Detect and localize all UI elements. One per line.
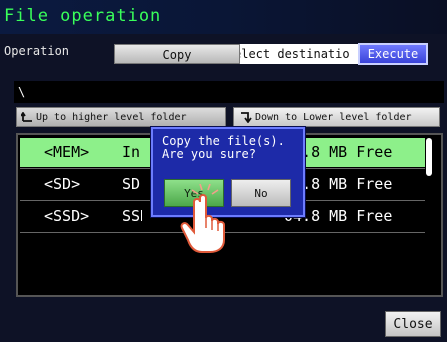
- down-folder-button[interactable]: Down to Lower level folder: [233, 107, 440, 127]
- operation-label: Operation: [4, 44, 70, 58]
- operation-mode-button[interactable]: Copy: [114, 44, 240, 64]
- up-folder-button[interactable]: Up to higher level folder: [16, 107, 226, 127]
- up-folder-label: Up to higher level folder: [36, 112, 187, 123]
- destination-text: elect destinatio: [240, 47, 350, 61]
- destination-field[interactable]: elect destinatio: [240, 44, 358, 64]
- page-title: File operation: [4, 6, 162, 26]
- dialog-message: Copy the file(s). Are you sure?: [162, 135, 302, 161]
- close-button[interactable]: Close: [385, 311, 441, 337]
- list-scrollbar[interactable]: [426, 138, 432, 176]
- down-folder-label: Down to Lower level folder: [255, 112, 412, 123]
- device-kind: SD: [122, 175, 141, 193]
- current-path: \: [14, 81, 444, 103]
- device-kind: In: [122, 143, 141, 161]
- dialog-line-2: Are you sure?: [162, 147, 256, 161]
- pointing-hand-icon: [180, 184, 225, 253]
- up-folder-icon: [21, 112, 32, 122]
- device-kind: SSD: [122, 207, 142, 225]
- device-name: <SSD>: [44, 207, 90, 225]
- title-bar: File operation: [0, 0, 447, 34]
- device-name: <MEM>: [44, 143, 90, 161]
- device-name: <SD>: [44, 175, 81, 193]
- down-folder-icon: [241, 112, 252, 123]
- no-button[interactable]: No: [231, 179, 291, 207]
- execute-button[interactable]: Execute: [358, 43, 428, 65]
